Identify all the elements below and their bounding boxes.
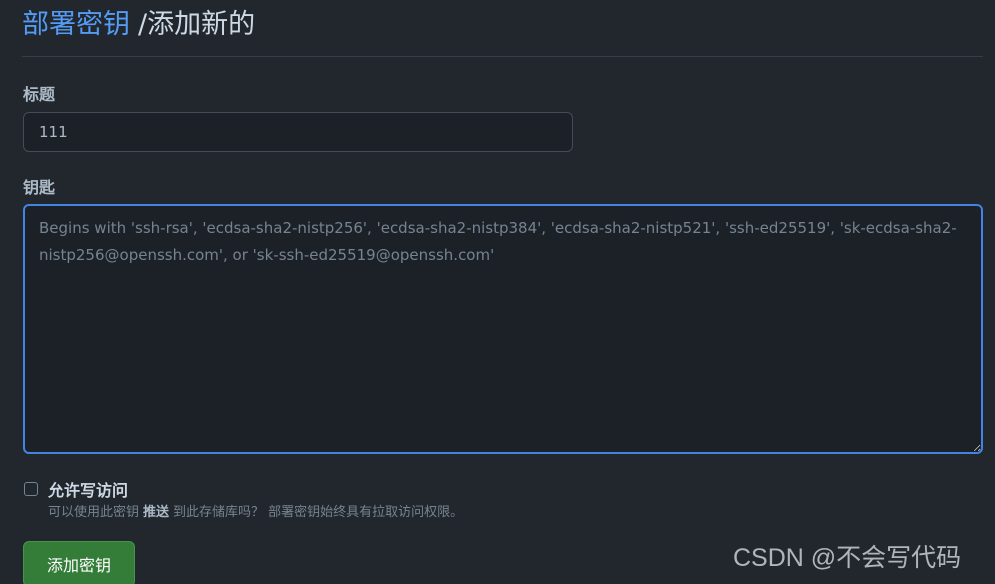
allow-write-row: 允许写访问 [24, 477, 128, 501]
title-input[interactable] [23, 112, 573, 152]
key-textarea[interactable] [23, 204, 983, 454]
deploy-key-page: 部署密钥/添加新的 标题 钥匙 允许写访问 可以使用此密钥推送到此存储库吗？ 部… [0, 0, 995, 584]
page-title: 部署密钥/添加新的 [22, 6, 983, 44]
title-label: 标题 [23, 85, 56, 104]
allow-write-checkbox[interactable] [24, 482, 38, 496]
allow-write-label[interactable]: 允许写访问 [48, 477, 128, 501]
key-label: 钥匙 [23, 178, 56, 197]
help-text-before: 可以使用此密钥 [48, 505, 140, 520]
breadcrumb-deploy-keys-link[interactable]: 部署密钥 [22, 9, 130, 40]
add-key-button[interactable]: 添加密钥 [23, 541, 135, 584]
breadcrumb-current: /添加新的 [138, 9, 256, 40]
help-text-after: 到此存储库吗？ 部署密钥始终具有拉取访问权限。 [173, 505, 464, 520]
page-header: 部署密钥/添加新的 [22, 6, 983, 57]
csdn-watermark: CSDN @不会写代码 [733, 544, 962, 572]
help-text-push: 推送 [143, 505, 170, 520]
allow-write-help: 可以使用此密钥 推送 到此存储库吗？ 部署密钥始终具有拉取访问权限。 [48, 501, 463, 520]
